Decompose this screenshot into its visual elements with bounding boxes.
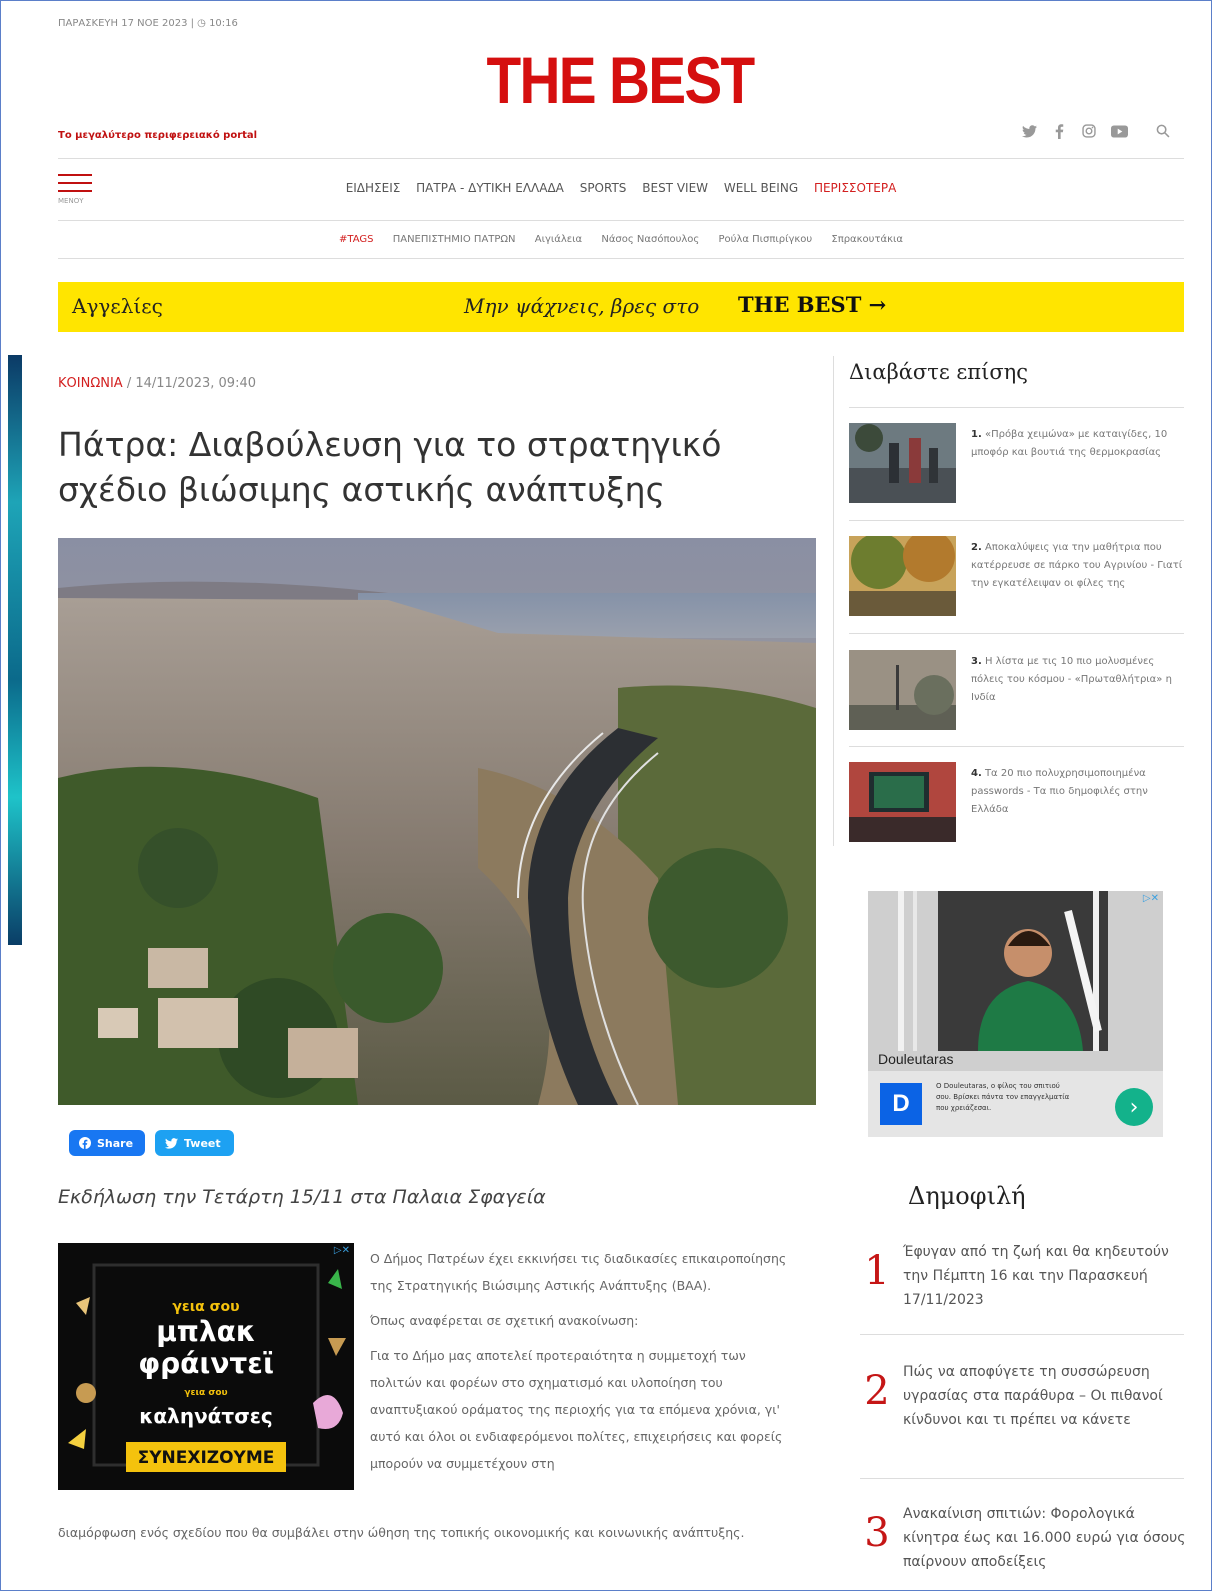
search-icon[interactable]	[1154, 124, 1172, 143]
article-paragraph: Όπως αναφέρεται σε σχετική ανακοίνωση:	[370, 1313, 639, 1328]
read-also-text[interactable]: 1. «Πρόβα χειμώνα» με καταιγίδες, 10 μπο…	[971, 426, 1184, 462]
article-subtitle: Εκδήλωση την Τετάρτη 15/11 στα Παλαια Σφ…	[58, 1186, 546, 1208]
article-paragraph: Για το Δήμο μας αποτελεί προτεραιότητα η…	[370, 1348, 783, 1471]
article-meta: ΚΟΙΝΩΝΙΑ / 14/11/2023, 09:40	[58, 376, 256, 391]
popular-heading: Δημοφιλή	[908, 1182, 1026, 1210]
article-body: Ο Δήμος Πατρέων έχει εκκινήσει τις διαδι…	[370, 1245, 800, 1485]
article-hero-image	[58, 538, 816, 1105]
tweet-label: Tweet	[184, 1136, 221, 1150]
nav-item-more[interactable]: ΠΕΡΙΣΣΟΤΕΡΑ	[814, 181, 896, 195]
facebook-icon[interactable]	[1050, 124, 1068, 143]
site-logo[interactable]: THE BEST	[465, 42, 775, 118]
read-also-text[interactable]: 2. Αποκαλύψεις για την μαθήτρια που κατέ…	[971, 539, 1184, 593]
read-also-item[interactable]: 1. «Πρόβα χειμώνα» με καταιγίδες, 10 μπο…	[849, 423, 1184, 519]
banner-label: Αγγελίες	[72, 294, 163, 318]
share-label: Share	[97, 1136, 134, 1150]
banner-slogan: Μην ψάχνεις, βρες στο	[464, 294, 700, 318]
tags-divider	[58, 258, 1184, 259]
read-also-divider	[849, 520, 1184, 521]
tag-link[interactable]: ΠΑΝΕΠΙΣΤΗΜΙΟ ΠΑΤΡΩΝ	[393, 234, 516, 245]
facebook-share-button[interactable]: Share	[69, 1130, 145, 1156]
ad-description: Ο Douleutaras, ο φίλος του σπιτιού σου. …	[936, 1082, 1070, 1112]
popular-divider	[860, 1334, 1184, 1335]
ad-close-icon[interactable]: ▷✕	[1143, 893, 1159, 904]
nav-item-best-view[interactable]: BEST VIEW	[642, 181, 708, 195]
article-paragraph-continued: διαμόρφωση ενός σχεδίου που θα συμβάλει …	[58, 1525, 745, 1540]
read-also-item[interactable]: 4. Τα 20 πιο πολυχρησιμοποιημένα passwor…	[849, 762, 1184, 858]
popular-item[interactable]: 3 Ανακαίνιση σπιτιών: Φορολογικά κίνητρα…	[860, 1502, 1185, 1582]
nav-item-patra[interactable]: ΠΑΤΡΑ - ΔΥΤΙΚΗ ΕΛΛΑΔΑ	[416, 181, 564, 195]
ad-close-icon[interactable]: ▷✕	[334, 1245, 350, 1256]
tag-link[interactable]: Νάσος Νασόπουλος	[601, 234, 699, 245]
ad-line-1: γεια σου	[172, 1299, 239, 1315]
read-also-divider	[849, 407, 1184, 408]
classifieds-banner[interactable]: Αγγελίες Μην ψάχνεις, βρες στο THE BEST …	[58, 282, 1184, 332]
popular-title[interactable]: Πώς να αποφύγετε τη συσσώρευση υγρασίας …	[903, 1360, 1188, 1432]
nav-divider	[58, 220, 1184, 221]
read-also-thumbnail[interactable]	[849, 423, 956, 503]
nav-item-news[interactable]: ΕΙΔΗΣΕΙΣ	[346, 181, 401, 195]
tag-link[interactable]: Αιγιάλεια	[535, 234, 582, 245]
ad-line-3: φράιντεϊ	[138, 1347, 274, 1380]
side-skin-ad[interactable]	[8, 355, 22, 945]
read-also-thumbnail[interactable]	[849, 536, 956, 616]
read-also-thumbnail[interactable]	[849, 650, 956, 730]
main-nav: ΕΙΔΗΣΕΙΣ ΠΑΤΡΑ - ΔΥΤΙΚΗ ΕΛΛΑΔΑ SPORTS BE…	[58, 181, 1184, 195]
ad-line-6: ΣΥΝΕΧΙΖΟΥΜΕ	[138, 1448, 275, 1468]
tag-link[interactable]: Ρούλα Πισπιρίγκου	[718, 234, 812, 245]
popular-rank: 1	[864, 1248, 890, 1294]
menu-label: ΜΕΝΟΥ	[58, 197, 84, 205]
chevron-right-icon[interactable]: ›	[1115, 1088, 1153, 1126]
tweet-button[interactable]: Tweet	[155, 1130, 234, 1156]
ad-line-4: γεια σου	[184, 1388, 227, 1398]
tags-label: #TAGS	[339, 234, 374, 245]
ad-line-2: μπλακ	[156, 1315, 256, 1348]
popular-title[interactable]: Ανακαίνιση σπιτιών: Φορολογικά κίνητρα έ…	[903, 1502, 1188, 1574]
ad-line-5: καληνάτσες	[139, 1404, 273, 1428]
inline-ad[interactable]: γεια σου μπλακ φράιντεϊ γεια σου καληνάτ…	[58, 1243, 354, 1490]
popular-rank: 3	[864, 1510, 890, 1556]
article-category[interactable]: ΚΟΙΝΩΝΙΑ	[58, 376, 123, 391]
popular-rank: 2	[864, 1368, 890, 1414]
popular-title[interactable]: Έφυγαν από τη ζωή και θα κηδευτούν την Π…	[903, 1240, 1188, 1312]
article-paragraph: Ο Δήμος Πατρέων έχει εκκινήσει τις διαδι…	[370, 1251, 787, 1293]
site-tagline: Το μεγαλύτερο περιφερειακό portal	[58, 130, 258, 141]
tag-link[interactable]: Σπρακουτάκια	[831, 234, 903, 245]
twitter-icon[interactable]	[1020, 124, 1038, 143]
sidebar-divider	[833, 356, 834, 846]
popular-divider	[860, 1478, 1184, 1479]
sidebar-ad[interactable]: ▷✕ Douleutaras D Ο Douleutaras, ο φίλος …	[868, 891, 1163, 1137]
article-title: Πάτρα: Διαβούλευση για το στρατηγικό σχέ…	[58, 425, 722, 509]
article-datetime: / 14/11/2023, 09:40	[122, 376, 257, 391]
read-also-divider	[849, 633, 1184, 634]
read-also-thumbnail[interactable]	[849, 762, 956, 842]
read-also-divider	[849, 746, 1184, 747]
douleutaras-logo: D	[880, 1083, 922, 1125]
nav-item-well-being[interactable]: WELL BEING	[724, 181, 798, 195]
nav-item-sports[interactable]: SPORTS	[580, 181, 627, 195]
popular-item[interactable]: 2 Πώς να αποφύγετε τη συσσώρευση υγρασία…	[860, 1360, 1184, 1460]
share-buttons: Share Tweet	[69, 1130, 234, 1156]
read-also-text[interactable]: 3. Η λίστα με τις 10 πιο μολυσμένες πόλε…	[971, 653, 1184, 707]
instagram-icon[interactable]	[1080, 124, 1098, 143]
read-also-text[interactable]: 4. Τα 20 πιο πολυχρησιμοποιημένα passwor…	[971, 765, 1184, 819]
ad-brand: Douleutaras	[878, 1051, 954, 1067]
youtube-icon[interactable]	[1110, 124, 1128, 143]
ad-footer[interactable]: D Ο Douleutaras, ο φίλος του σπιτιού σου…	[868, 1071, 1163, 1137]
date-time: ΠΑΡΑΣΚΕΥΗ 17 ΝΟΕ 2023 | ◷ 10:16	[58, 18, 238, 29]
social-links	[1020, 124, 1172, 143]
read-also-item[interactable]: 2. Αποκαλύψεις για την μαθήτρια που κατέ…	[849, 536, 1184, 632]
banner-link[interactable]: THE BEST →	[738, 292, 886, 317]
read-also-heading: Διαβάστε επίσης	[849, 360, 1029, 384]
popular-item[interactable]: 1 Έφυγαν από τη ζωή και θα κηδευτούν την…	[860, 1240, 1184, 1320]
read-also-item[interactable]: 3. Η λίστα με τις 10 πιο μολυσμένες πόλε…	[849, 650, 1184, 746]
header-divider	[58, 158, 1184, 159]
tags-bar: #TAGS ΠΑΝΕΠΙΣΤΗΜΙΟ ΠΑΤΡΩΝ Αιγιάλεια Νάσο…	[58, 234, 1184, 245]
